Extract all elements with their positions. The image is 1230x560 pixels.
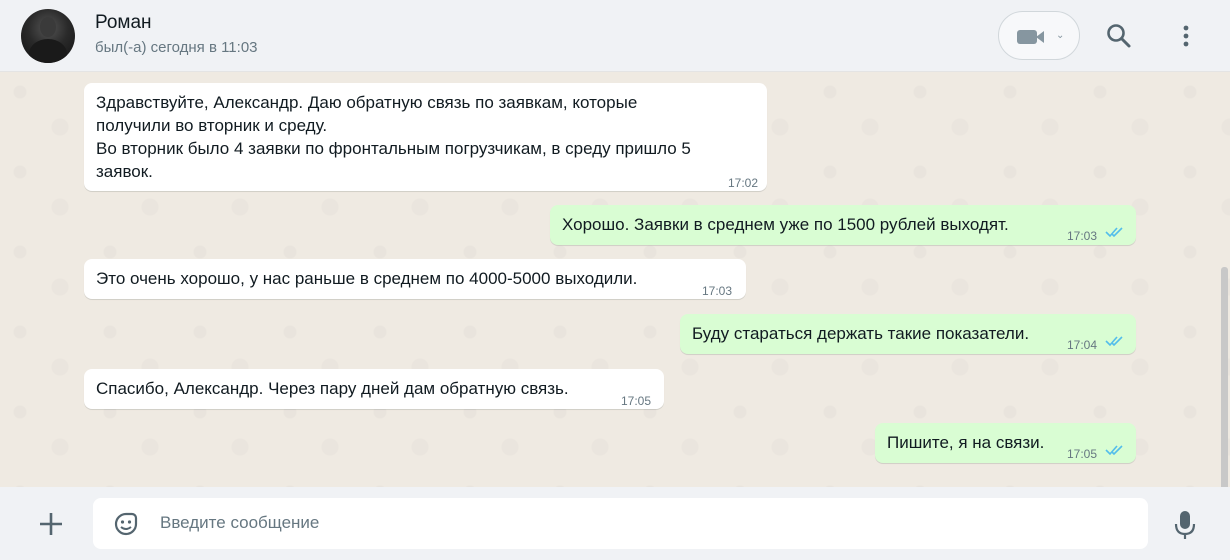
message-text: Это очень хорошо, у нас раньше в среднем… — [96, 269, 638, 288]
message-list[interactable]: Здравствуйте, Александр. Даю обратную св… — [0, 72, 1230, 487]
microphone-icon — [1174, 511, 1196, 539]
message-incoming[interactable]: Спасибо, Александр. Через пару дней дам … — [84, 369, 664, 409]
chat-header: Роман был(-а) сегодня в 11:03 ⌄ — [0, 0, 1230, 72]
double-check-icon — [1105, 336, 1123, 347]
message-time: 17:03 — [702, 284, 733, 298]
message-text: Пишите, я на связи. — [887, 433, 1045, 452]
video-call-button[interactable]: ⌄ — [998, 11, 1080, 60]
double-check-icon — [1105, 227, 1123, 238]
avatar[interactable] — [21, 9, 75, 63]
scrollbar[interactable] — [1221, 267, 1228, 487]
attach-button[interactable] — [38, 511, 64, 537]
contact-status: был(-а) сегодня в 11:03 — [95, 39, 258, 56]
message-time: 17:03 — [1067, 229, 1098, 243]
message-incoming[interactable]: Это очень хорошо, у нас раньше в среднем… — [84, 259, 746, 299]
voice-message-button[interactable] — [1172, 509, 1198, 541]
search-button[interactable] — [1105, 22, 1133, 50]
message-incoming[interactable]: Здравствуйте, Александр. Даю обратную св… — [84, 83, 767, 191]
message-time: 17:05 — [621, 394, 652, 408]
message-outgoing[interactable]: Буду стараться держать такие показатели.… — [680, 314, 1136, 354]
message-time: 17:05 — [1067, 447, 1098, 461]
plus-icon — [40, 513, 62, 535]
message-input[interactable] — [160, 508, 1120, 538]
double-check-icon — [1105, 445, 1123, 456]
message-time: 17:04 — [1067, 338, 1098, 352]
sticker-button[interactable] — [112, 510, 140, 538]
vertical-dots-icon — [1183, 25, 1189, 47]
search-icon — [1107, 24, 1131, 48]
chevron-down-icon: ⌄ — [1056, 30, 1065, 41]
message-time: 17:02 — [727, 176, 758, 190]
menu-button[interactable] — [1176, 22, 1196, 50]
message-text: Здравствуйте, Александр. Даю обратную св… — [96, 93, 691, 181]
message-text: Хорошо. Заявки в среднем уже по 1500 руб… — [562, 215, 1009, 234]
contact-name[interactable]: Роман — [95, 12, 152, 34]
message-outgoing[interactable]: Хорошо. Заявки в среднем уже по 1500 руб… — [550, 205, 1136, 245]
message-input-box[interactable] — [93, 498, 1148, 549]
sticker-icon — [114, 512, 138, 536]
message-outgoing[interactable]: Пишите, я на связи. 17:05 — [875, 423, 1136, 463]
message-text: Спасибо, Александр. Через пару дней дам … — [96, 379, 569, 398]
message-text: Буду стараться держать такие показатели. — [692, 324, 1030, 343]
